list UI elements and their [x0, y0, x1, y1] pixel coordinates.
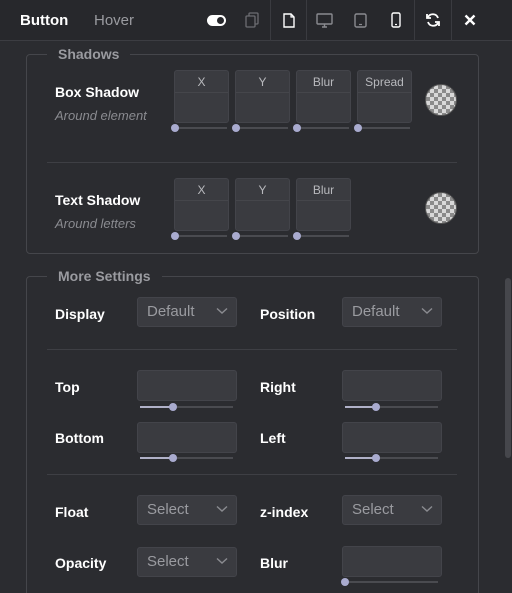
top-label: Top [55, 379, 80, 395]
toggle-icon[interactable] [198, 0, 234, 41]
position-value: Default [352, 303, 400, 320]
blur-slider[interactable] [341, 578, 438, 586]
float-label: Float [55, 504, 89, 520]
box-shadow-spread-slider[interactable] [354, 124, 410, 132]
text-shadow-subtitle: Around letters [55, 216, 136, 231]
page-icon[interactable] [270, 0, 306, 41]
box-shadow-x-slider[interactable] [171, 124, 227, 132]
position-label: Position [260, 306, 316, 322]
left-slider[interactable] [345, 454, 438, 462]
box-shadow-title: Box Shadow [55, 84, 140, 100]
display-select[interactable]: Default [137, 297, 237, 327]
box-shadow-spread-input[interactable]: Spread [357, 70, 412, 123]
field-label: Spread [358, 71, 411, 93]
text-shadow-y-slider[interactable] [232, 232, 288, 240]
text-shadow-x-slider[interactable] [171, 232, 227, 240]
copy-icon[interactable] [234, 0, 270, 41]
close-icon[interactable] [451, 0, 487, 41]
position-select[interactable]: Default [342, 297, 442, 327]
right-input[interactable] [342, 370, 442, 401]
text-shadow-title: Text Shadow [55, 192, 141, 208]
chevron-down-icon [216, 505, 228, 512]
tab-hover[interactable]: Hover [86, 0, 196, 41]
more-settings-legend: More Settings [47, 268, 162, 284]
tab-button[interactable]: Button [0, 0, 86, 41]
box-shadow-subtitle: Around element [55, 108, 147, 123]
tablet-icon[interactable] [342, 0, 378, 41]
chevron-down-icon [216, 307, 228, 314]
field-label: Y [236, 179, 289, 201]
zindex-label: z-index [260, 504, 309, 520]
chevron-down-icon [421, 307, 433, 314]
box-shadow-y-slider[interactable] [232, 124, 288, 132]
right-slider[interactable] [345, 403, 438, 411]
text-shadow-y-input[interactable]: Y [235, 178, 290, 231]
field-label: X [175, 179, 228, 201]
bottom-label: Bottom [55, 430, 104, 446]
shadows-legend: Shadows [47, 46, 131, 62]
box-shadow-blur-input[interactable]: Blur [296, 70, 351, 123]
field-label: Y [236, 71, 289, 93]
chevron-down-icon [216, 557, 228, 564]
box-shadow-y-input[interactable]: Y [235, 70, 290, 123]
box-shadow-blur-slider[interactable] [293, 124, 349, 132]
bottom-input[interactable] [137, 422, 237, 453]
text-shadow-blur-input[interactable]: Blur [296, 178, 351, 231]
float-select[interactable]: Select [137, 495, 237, 525]
mobile-icon[interactable] [378, 0, 414, 41]
field-label: Blur [297, 179, 350, 201]
text-shadow-blur-slider[interactable] [293, 232, 349, 240]
box-shadow-x-input[interactable]: X [174, 70, 229, 123]
blur-input[interactable] [342, 546, 442, 577]
divider [47, 349, 457, 350]
left-input[interactable] [342, 422, 442, 453]
top-input[interactable] [137, 370, 237, 401]
opacity-label: Opacity [55, 555, 107, 571]
text-shadow-x-input[interactable]: X [174, 178, 229, 231]
chevron-down-icon [421, 505, 433, 512]
opacity-value: Select [147, 553, 189, 570]
bottom-slider[interactable] [140, 454, 233, 462]
divider [47, 474, 457, 475]
top-slider[interactable] [140, 403, 233, 411]
box-shadow-color-swatch[interactable] [425, 84, 457, 116]
refresh-icon[interactable] [414, 0, 451, 41]
field-label: X [175, 71, 228, 93]
blur-label: Blur [260, 555, 288, 571]
desktop-icon[interactable] [306, 0, 342, 41]
text-shadow-color-swatch[interactable] [425, 192, 457, 224]
left-label: Left [260, 430, 286, 446]
field-label: Blur [297, 71, 350, 93]
zindex-select[interactable]: Select [342, 495, 442, 525]
right-label: Right [260, 379, 296, 395]
divider [47, 162, 457, 163]
display-value: Default [147, 303, 195, 320]
scrollbar-thumb[interactable] [505, 278, 511, 458]
opacity-select[interactable]: Select [137, 547, 237, 577]
zindex-value: Select [352, 501, 394, 518]
display-label: Display [55, 306, 105, 322]
float-value: Select [147, 501, 189, 518]
editor-toolbar: Button Hover [0, 0, 512, 41]
